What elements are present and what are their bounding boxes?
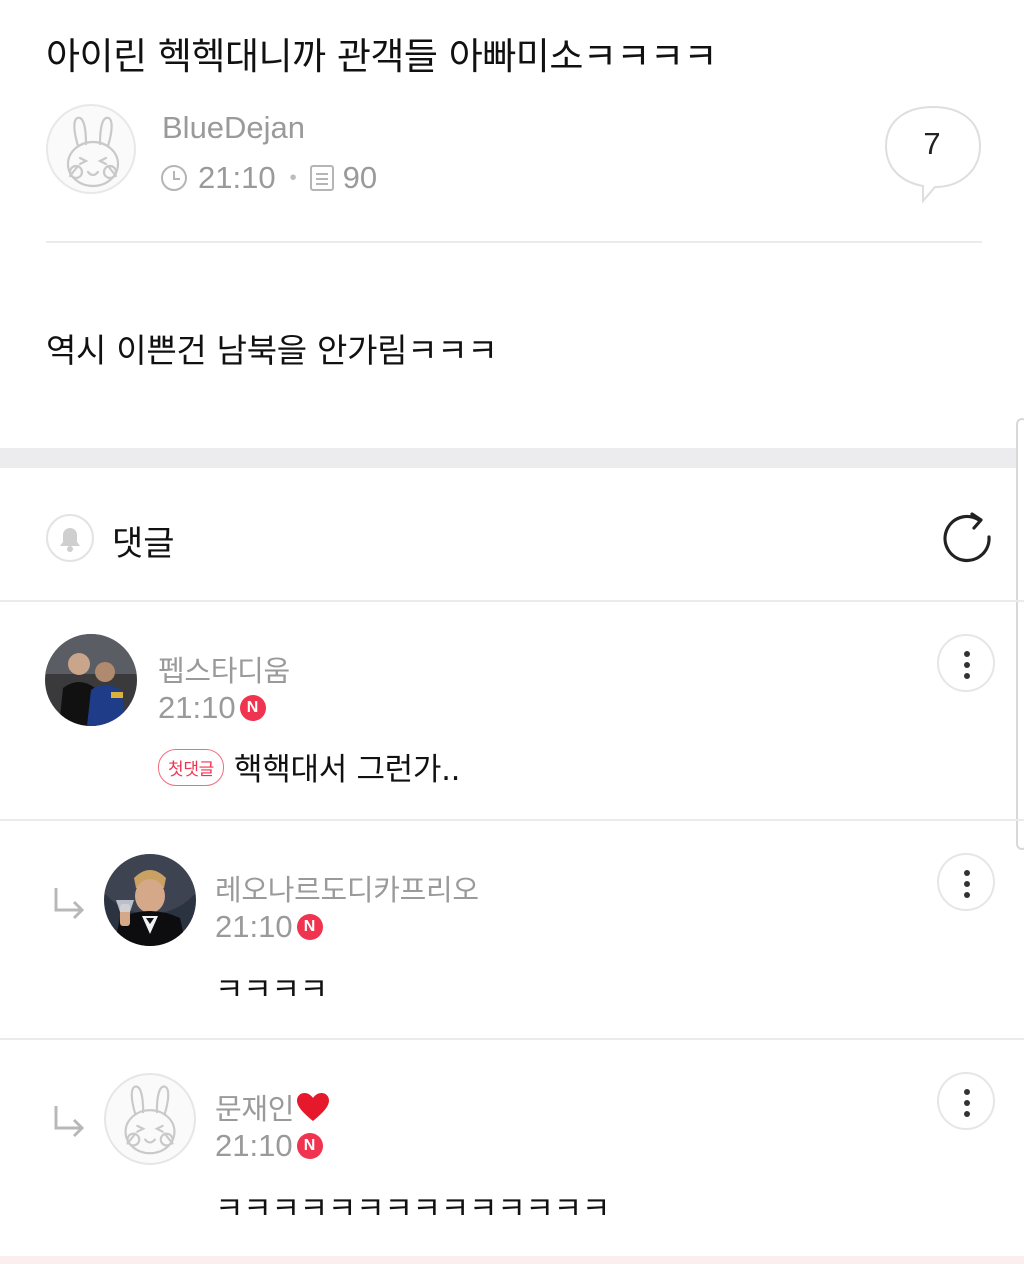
heart-icon [297, 1093, 330, 1121]
comment-text: ㅋㅋㅋㅋㅋㅋㅋㅋㅋㅋㅋㅋㅋㅋ [215, 1191, 611, 1227]
author-name[interactable]: BlueDejan [162, 110, 305, 146]
comment-time-text: 21:10 [215, 1128, 293, 1163]
comment-time-text: 21:10 [215, 909, 293, 944]
reply-arrow-icon [54, 1106, 85, 1138]
reply-arrow-icon [54, 888, 85, 920]
post-views: 90 [342, 160, 378, 195]
scrollbar[interactable] [1016, 418, 1024, 850]
comment-divider [0, 1038, 1024, 1040]
photo-avatar-icon [104, 854, 196, 946]
clock-icon [161, 165, 187, 191]
post-page: 아이린 헥헥대니까 관객들 아빠미소ㅋㅋㅋㅋ BlueDejan 21:10 • [0, 0, 1024, 1264]
comment-time: 21:10 N [215, 909, 323, 945]
bunny-avatar-icon [124, 1085, 176, 1155]
comment-time: 21:10 N [158, 690, 266, 726]
comment-count: 7 [923, 126, 941, 161]
meta-dot-separator: • [289, 166, 297, 189]
section-separator [0, 448, 1024, 468]
comment-more-button[interactable] [937, 634, 995, 692]
document-icon [309, 165, 334, 191]
post-title: 아이린 헥헥대니까 관객들 아빠미소ㅋㅋㅋㅋ [46, 35, 718, 78]
comment-divider [0, 819, 1024, 821]
comment-avatar[interactable] [104, 1073, 196, 1165]
comment-time: 21:10 N [215, 1128, 323, 1164]
post-meta: 21:10 • 90 [160, 160, 377, 196]
new-badge: N [239, 695, 266, 721]
comment-text: 핵핵대서 그런가.. [234, 752, 461, 788]
comment-avatar[interactable] [45, 634, 137, 726]
comment-author[interactable]: 펩스타디움 [158, 648, 290, 690]
author-avatar[interactable] [46, 104, 136, 194]
post-body: 역시 이쁜건 남북을 안가림ㅋㅋㅋ [46, 331, 498, 370]
bunny-avatar-icon [66, 116, 120, 188]
header-divider [46, 241, 982, 243]
first-comment-tag: 첫댓글 [158, 749, 225, 786]
post-time: 21:10 [198, 160, 276, 195]
comment-author[interactable]: 레오나르도디카프리오 [215, 867, 479, 909]
comment-avatar[interactable] [104, 854, 196, 946]
comments-header-divider [0, 600, 1024, 602]
comment-more-button[interactable] [937, 853, 995, 911]
new-badge: N [296, 914, 323, 940]
comments-heading: 댓글 [112, 524, 175, 564]
comment-time-text: 21:10 [158, 690, 236, 725]
refresh-icon[interactable] [938, 508, 996, 566]
new-badge: N [296, 1133, 323, 1159]
comment-count-bubble[interactable]: 7 [883, 104, 983, 204]
comment-author-row[interactable]: 문재인 [215, 1086, 330, 1128]
notification-bell-button[interactable] [46, 514, 94, 562]
bottom-edge [0, 1256, 1024, 1264]
comment-author[interactable]: 문재인 [215, 1086, 294, 1128]
comment-more-button[interactable] [937, 1072, 995, 1130]
comment-body: 첫댓글 핵핵대서 그런가.. [158, 744, 461, 790]
bell-icon [60, 528, 80, 552]
photo-avatar-icon [45, 634, 137, 726]
comment-text: ㅋㅋㅋㅋ [215, 972, 328, 1008]
